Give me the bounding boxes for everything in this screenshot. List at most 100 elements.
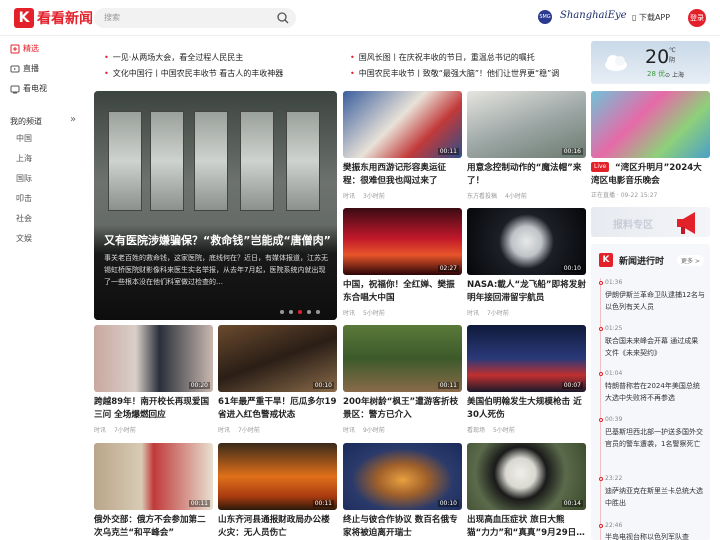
channel-item[interactable]: 社会 <box>16 213 32 224</box>
smg-badge[interactable]: SMG <box>538 10 552 24</box>
video-thumbnail[interactable]: 00:20 <box>94 325 213 392</box>
video-title[interactable]: 终止与彼合作协议 数百名俄专家将被迫离开瑞士 <box>343 514 462 540</box>
login-button[interactable]: 登录 <box>688 9 706 27</box>
headline-link[interactable]: 国风长图丨在庆祝丰收的节日，重温总书记的嘱托 <box>350 52 535 63</box>
star-icon <box>10 44 20 53</box>
video-title[interactable]: 用意念控制动作的“魔法帽”来了！ <box>467 162 586 188</box>
channels-expand-icon[interactable]: » <box>70 114 76 125</box>
carousel-dot[interactable] <box>307 310 311 314</box>
channel-item[interactable]: 文娱 <box>16 233 32 244</box>
weather-city: ⊙ 上海 <box>665 72 684 79</box>
carousel-dot[interactable] <box>280 310 284 314</box>
more-button[interactable]: 更多 > <box>677 255 704 266</box>
news-text[interactable]: 迪萨纳亚克在斯里兰卡总统大选中胜出 <box>605 485 705 509</box>
video-title[interactable]: 跨越89年！南开校长再现爱国三问 全场爆燃回应 <box>94 396 213 422</box>
video-thumbnail[interactable]: 00:11 <box>343 325 462 392</box>
site-logo[interactable]: K 看看新闻 <box>14 8 93 28</box>
channel-item[interactable]: 叩击 <box>16 193 32 204</box>
headline-link[interactable]: 文化中国行丨中国农民丰收节 看古人的丰收神器 <box>104 68 284 79</box>
video-duration: 00:14 <box>561 500 583 507</box>
news-time: 01:36 <box>605 279 623 286</box>
video-title[interactable]: 樊振东用西游记形容奥运征程：很难但我也闯过来了 <box>343 162 462 188</box>
headline-link[interactable]: 一见·从两场大会，看全过程人民民主 <box>104 52 244 63</box>
sidebar-item-tv[interactable]: 看电视 <box>10 83 47 94</box>
video-thumbnail[interactable]: 00:14 <box>467 443 586 510</box>
video-title[interactable]: 俄外交部：俄方不会参加第二次乌克兰“和平峰会” <box>94 514 213 540</box>
live-promo-image[interactable] <box>591 91 710 158</box>
video-card[interactable]: 00:11 樊振东用西游记形容奥运征程：很难但我也闯过来了 时讯 3小时前 <box>343 91 462 200</box>
video-card[interactable]: 00:10 NASA:載人“龙飞船”即将发射 明年接回滞留宇航员 时讯 7小时前 <box>467 208 586 317</box>
video-thumbnail[interactable]: 00:10 <box>218 325 337 392</box>
video-duration: 00:10 <box>561 265 583 272</box>
carousel-dot[interactable] <box>316 310 320 314</box>
video-card[interactable]: 00:10 终止与彼合作协议 数百名俄专家将被迫离开瑞士 <box>343 443 462 540</box>
shanghaieye-link[interactable]: ShanghaiEye <box>560 10 627 21</box>
video-title[interactable]: NASA:載人“龙飞船”即将发射 明年接回滞留宇航员 <box>467 279 586 305</box>
video-card[interactable]: 00:14 出现高血压症状 旅日大熊猫“力力”和“真真”9月29日… <box>467 443 586 540</box>
video-title[interactable]: 山东齐河县通报财政局办公楼火灾：无人员伤亡 <box>218 514 337 540</box>
video-title[interactable]: 61年最严重干旱！厄瓜多尔19省进入红色警戒状态 <box>218 396 337 422</box>
video-thumbnail[interactable]: 00:11 <box>94 443 213 510</box>
video-thumbnail[interactable]: 00:11 <box>343 91 462 158</box>
video-duration: 00:07 <box>561 382 583 389</box>
live-news-title: 新闻进行时 <box>619 257 665 267</box>
carousel-dots[interactable] <box>280 310 325 314</box>
cloudy-weather-icon <box>605 55 627 71</box>
video-card[interactable]: 00:11 俄外交部：俄方不会参加第二次乌克兰“和平峰会” <box>94 443 213 540</box>
weather-condition: 阴 <box>669 57 676 64</box>
video-title[interactable]: 出现高血压症状 旅日大熊猫“力力”和“真真”9月29日… <box>467 514 586 540</box>
search-box[interactable]: 搜索 <box>94 8 296 28</box>
video-title[interactable]: 中国，祝福你！全红婵、樊振东合唱大中国 <box>343 279 462 305</box>
video-time: 7小时前 <box>238 427 260 434</box>
news-time: 00:39 <box>605 416 623 423</box>
video-source: 时讯 <box>467 310 480 317</box>
video-thumbnail[interactable]: 00:10 <box>467 208 586 275</box>
report-zone-label: 报料专区 <box>613 220 653 231</box>
video-title[interactable]: 美国伯明翰发生大规模枪击 近30人死伤 <box>467 396 586 422</box>
download-app-link[interactable]: ▯ 下载APP <box>632 12 670 23</box>
live-news-logo: K <box>599 253 613 267</box>
video-card[interactable]: 00:11 山东齐河县通报财政局办公楼火灾：无人员伤亡 <box>218 443 337 540</box>
search-icon[interactable] <box>276 11 290 25</box>
video-card[interactable]: 02:27 中国，祝福你！全红婵、樊振东合唱大中国 时讯 5小时前 <box>343 208 462 317</box>
video-thumbnail[interactable]: 00:16 <box>467 91 586 158</box>
logo-text: 看看新闻 <box>37 11 93 27</box>
channel-item[interactable]: 上海 <box>16 153 32 164</box>
weather-widget[interactable]: 20 ℃ 阴 28 优 ⊙ 上海 <box>591 41 710 84</box>
news-time: 01:04 <box>605 370 623 377</box>
video-card[interactable]: 00:20 跨越89年！南开校长再现爱国三问 全场爆燃回应 时讯 7小时前 <box>94 325 213 434</box>
aqi-value: 28 优 <box>647 70 666 78</box>
live-icon <box>10 65 20 72</box>
hero-title[interactable]: 又有医院涉嫌骗保？“救命钱”岂能成“唐僧肉” <box>104 232 331 248</box>
video-thumbnail[interactable]: 00:07 <box>467 325 586 392</box>
news-text[interactable]: 半岛电视台称以色列军队查 <box>605 531 705 540</box>
video-card[interactable]: 00:11 200年树龄“枫王”遭游客折枝 景区：警方已介入 时讯 9小时前 <box>343 325 462 434</box>
carousel-dot[interactable] <box>289 310 293 314</box>
sidebar-item-live[interactable]: 直播 <box>10 63 39 74</box>
headline-link[interactable]: 中国农民丰收节丨致敬“最强大脑”！他们让世界更“稳”调 <box>350 68 560 79</box>
news-text[interactable]: 伊朗伊斯兰革命卫队逮捕12名与以色列有关人员 <box>605 289 705 313</box>
sidebar-item-featured[interactable]: 精选 <box>10 43 39 54</box>
video-card[interactable]: 00:16 用意念控制动作的“魔法帽”来了！ 东方看投稿 4小时前 <box>467 91 586 200</box>
live-badge: Live <box>591 162 610 172</box>
search-placeholder: 搜索 <box>104 13 120 22</box>
video-thumbnail[interactable]: 00:10 <box>343 443 462 510</box>
video-duration: 00:20 <box>188 382 210 389</box>
video-card[interactable]: 00:10 61年最严重干旱！厄瓜多尔19省进入红色警戒状态 时讯 7小时前 <box>218 325 337 434</box>
carousel-dot[interactable] <box>298 310 302 314</box>
channel-item[interactable]: 国际 <box>16 173 32 184</box>
news-text[interactable]: 巴基斯坦西北部一护送多国外交官员的警车遭袭，1名警察死亡 <box>605 426 705 450</box>
video-duration: 00:11 <box>188 500 210 507</box>
tv-icon <box>10 85 20 93</box>
news-text[interactable]: 特朗普称若在2024年美国总统大选中失败将不再参选 <box>605 380 705 404</box>
video-thumbnail[interactable]: 00:11 <box>218 443 337 510</box>
video-title[interactable]: 200年树龄“枫王”遭游客折枝 景区：警方已介入 <box>343 396 462 422</box>
hero-carousel[interactable]: 又有医院涉嫌骗保？“救命钱”岂能成“唐僧肉” 事关老百姓的救命钱，这家医院，底线… <box>94 91 337 320</box>
news-text[interactable]: 联合国未来峰会开幕 通过成果文件《未来契约》 <box>605 335 705 359</box>
video-card[interactable]: 00:07 美国伯明翰发生大规模枪击 近30人死伤 看现场 5小时前 <box>467 325 586 434</box>
video-time: 5小时前 <box>493 427 515 434</box>
video-thumbnail[interactable]: 02:27 <box>343 208 462 275</box>
report-zone-banner[interactable]: 报料专区 <box>591 207 710 237</box>
channel-item[interactable]: 中国 <box>16 133 32 144</box>
temperature-unit: ℃ <box>669 47 676 54</box>
